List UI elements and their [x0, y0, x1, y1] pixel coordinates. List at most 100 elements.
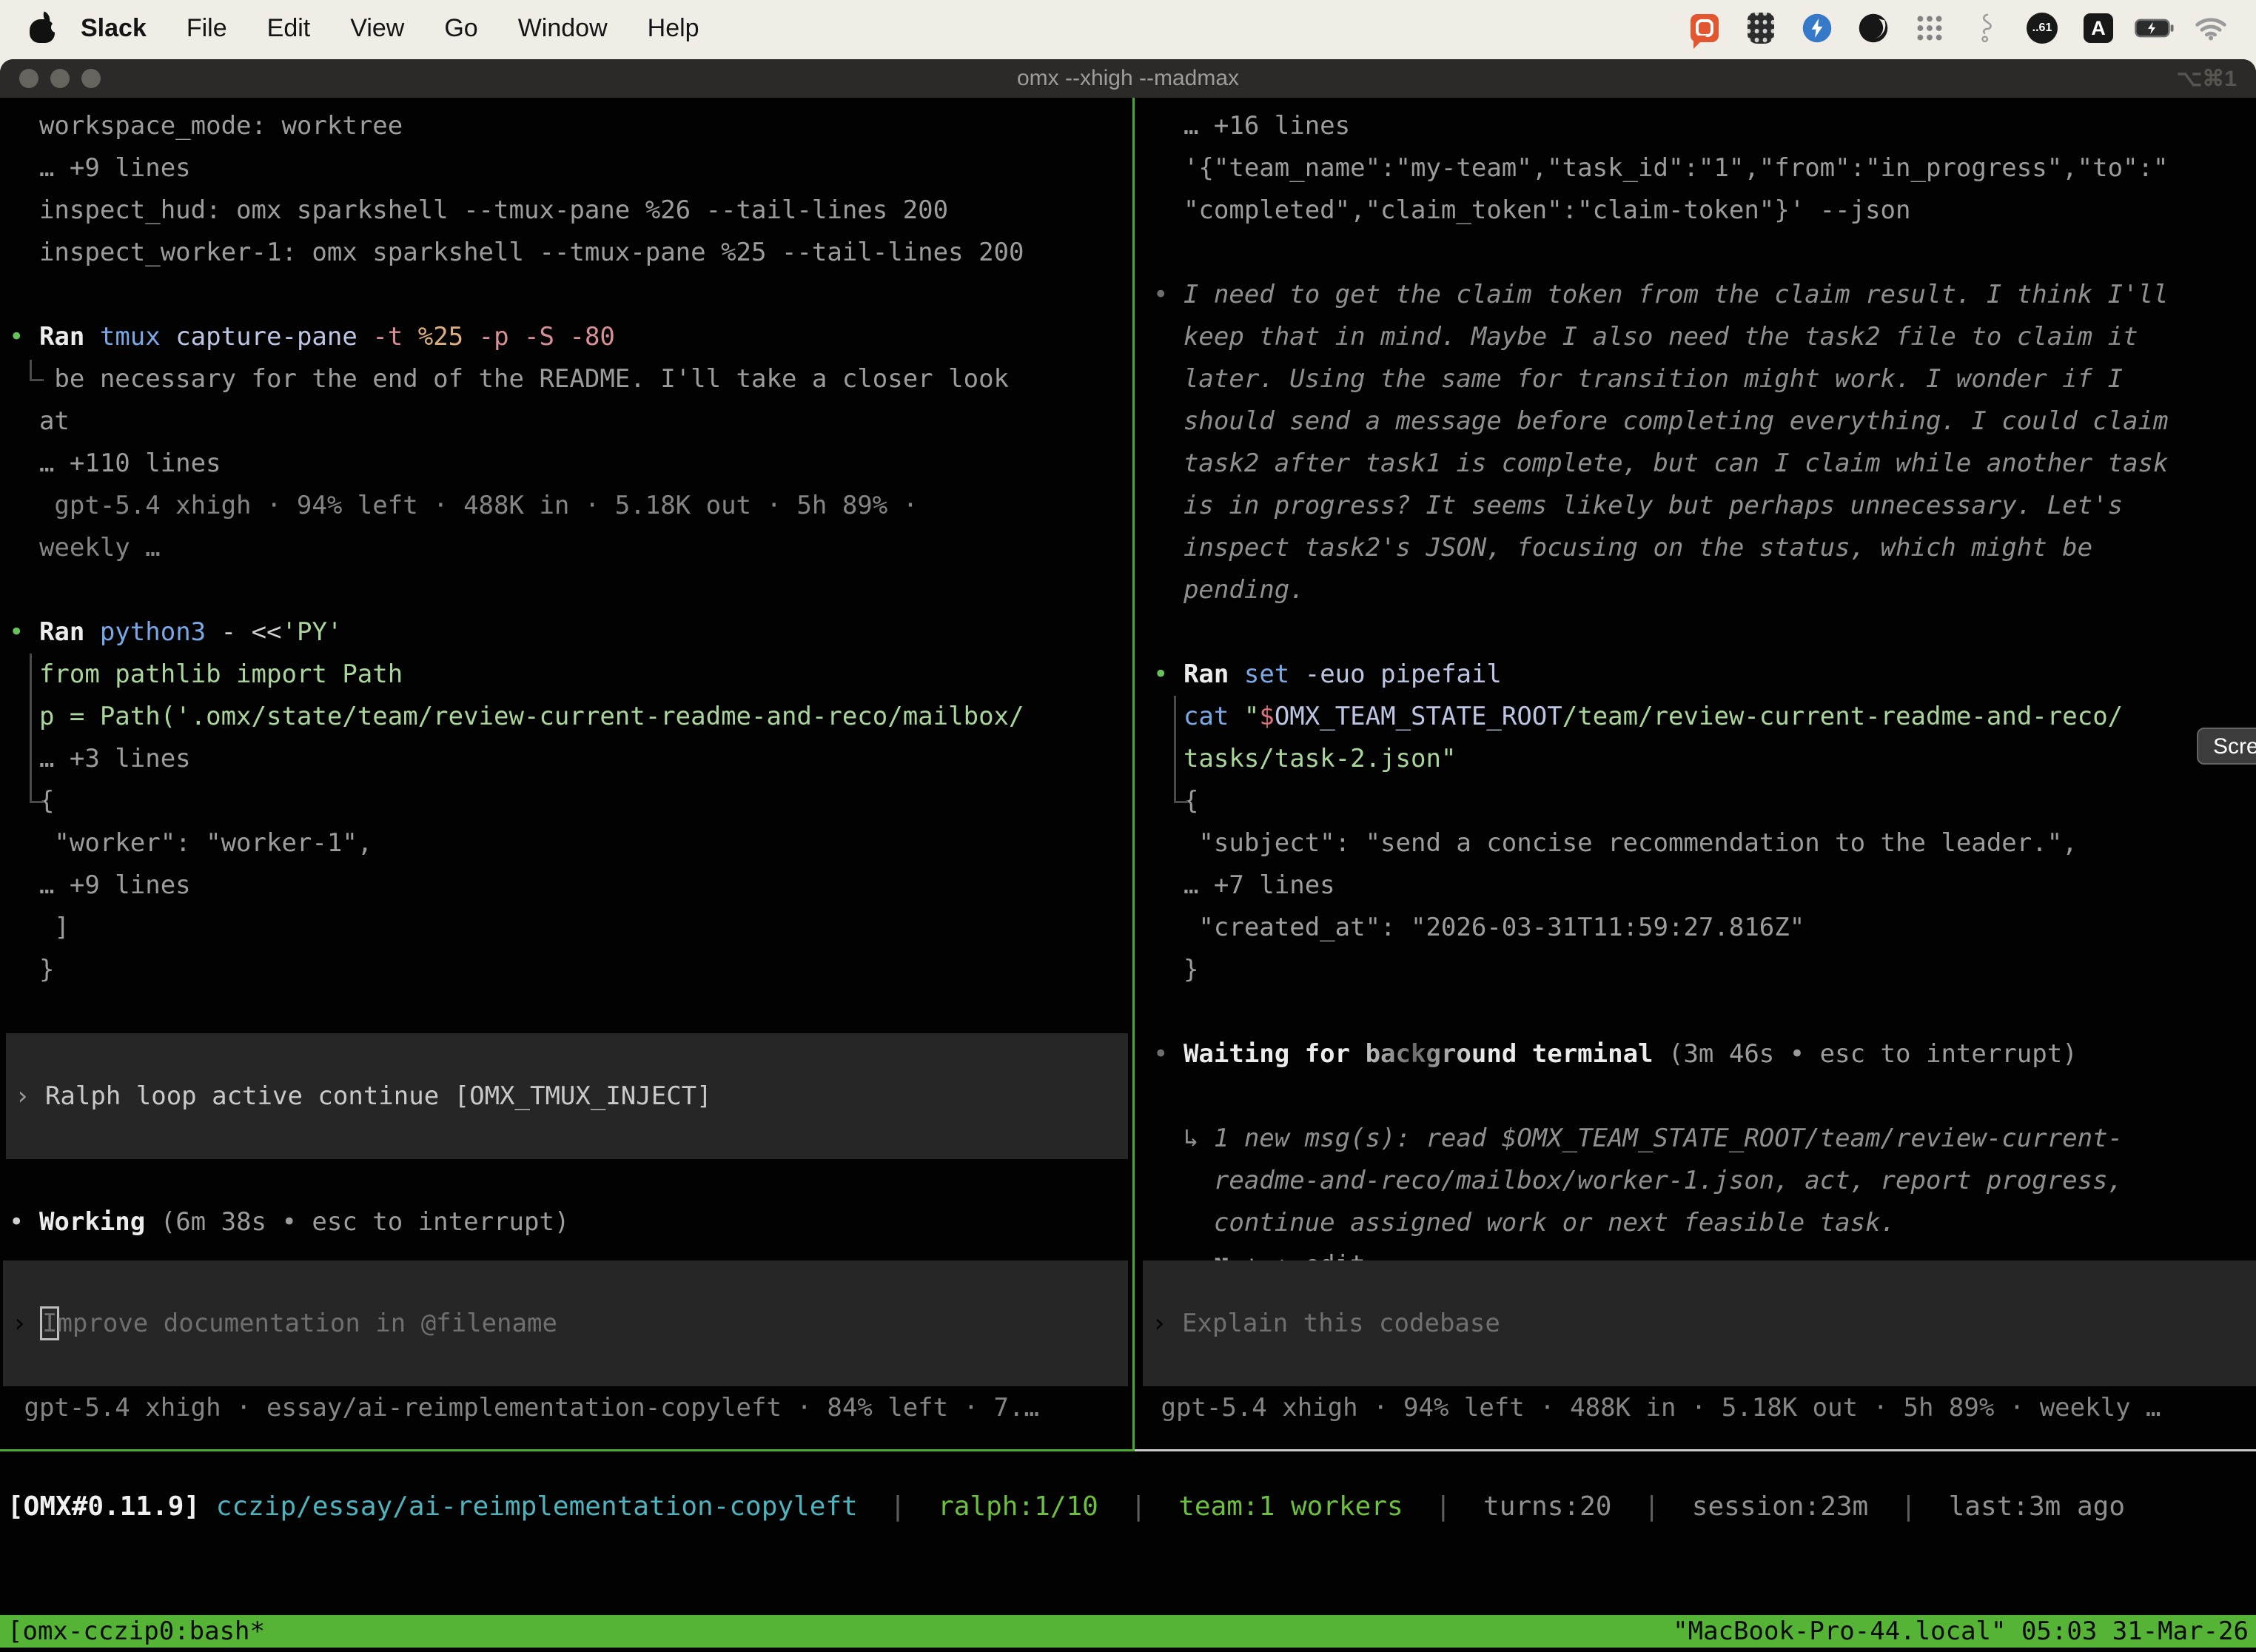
output-indent-guide	[30, 654, 44, 803]
terminal-window: omx --xhigh --madmax ⌥⌘1 workspace_mode:…	[0, 59, 2256, 1652]
crescent-app-icon[interactable]	[1853, 8, 1893, 48]
terminal-line: "created_at": "2026-03-31T11:59:27.816Z"	[1153, 907, 2256, 949]
terminal-line: … +7 lines	[1153, 864, 2256, 907]
terminal-line: later. Using the same for transition mig…	[1153, 358, 2256, 400]
pane-divider[interactable]	[1132, 98, 1135, 1451]
pending-command-text: Ralph loop active continue [OMX_TMUX_INJ…	[45, 1081, 712, 1111]
pane-hud: workspace_mode: worktree … +9 lines insp…	[0, 98, 1132, 1449]
omx-status-segment	[200, 1491, 216, 1522]
shield-grid-icon[interactable]	[1741, 8, 1781, 48]
terminal-line: {	[9, 780, 1132, 822]
menu-item-view[interactable]: View	[330, 14, 424, 42]
terminal-line: continue assigned work or next feasible …	[1153, 1202, 2256, 1244]
terminal-line: … +16 lines	[1153, 105, 2256, 147]
terminal-line: weekly …	[9, 527, 1132, 569]
omx-status-segment: |	[1403, 1491, 1483, 1522]
terminal-line	[1153, 611, 2256, 654]
blue-bolt-app-icon[interactable]	[1797, 8, 1837, 48]
battery-percent-badge-icon[interactable]: ..61	[2022, 8, 2062, 48]
menu-bar-status-icons: ..61 A	[1668, 8, 2256, 48]
menu-item-file[interactable]: File	[167, 14, 247, 42]
terminal-line: should send a message before completing …	[1153, 400, 2256, 443]
terminal-line: pending.	[1153, 569, 2256, 611]
terminal-line: keep that in mind. Maybe I also need the…	[1153, 316, 2256, 358]
active-pane-border	[0, 1449, 1135, 1451]
output-indent-guide	[1174, 696, 1188, 803]
terminal-line: "subject": "send a concise recommendatio…	[1153, 822, 2256, 864]
wifi-icon[interactable]	[2191, 8, 2231, 48]
text-cursor: I	[42, 1309, 57, 1338]
window-titlebar[interactable]: omx --xhigh --madmax ⌥⌘1	[0, 59, 2256, 98]
menu-item-edit[interactable]: Edit	[247, 14, 331, 42]
terminal-line: … +110 lines	[9, 443, 1132, 485]
terminal-line: }	[1153, 949, 2256, 991]
omx-status-segment: |	[1868, 1491, 1948, 1522]
terminal-line	[9, 1159, 1132, 1201]
terminal-line	[1153, 991, 2256, 1033]
terminal-line: readme-and-reco/mailbox/worker-1.json, a…	[1153, 1160, 2256, 1202]
model-status-line: gpt-5.4 xhigh · 94% left · 488K in · 5.1…	[1146, 1387, 2256, 1429]
tmux-session-window-label[interactable]: [omx-cczip0:bash*	[7, 1616, 265, 1646]
placeholder-text: Improve documentation in @filename	[42, 1309, 557, 1338]
omx-status-segment: |	[858, 1491, 938, 1522]
terminal-line: is in progress? It seems likely but perh…	[1153, 485, 2256, 527]
terminal-line: • Working (6m 38s • esc to interrupt)	[9, 1201, 1132, 1243]
omx-status-segment: turns:20	[1483, 1491, 1611, 1522]
battery-icon[interactable]	[2135, 8, 2175, 48]
terminal-line	[9, 569, 1132, 611]
terminal-line: ↳ 1 new msg(s): read $OMX_TEAM_STATE_ROO…	[1153, 1118, 2256, 1160]
omx-status-segment: cczip/essay/ai-reimplementation-copyleft	[216, 1491, 858, 1522]
hook-app-icon[interactable]	[1966, 8, 2006, 48]
prompt-input[interactable]: › Explain this codebase	[1143, 1260, 2256, 1386]
terminal-line	[9, 274, 1132, 316]
tooltip-label: Scre	[2213, 734, 2256, 759]
window-title: omx --xhigh --madmax	[0, 66, 2256, 91]
terminal-line: • Ran tmux capture-pane -t %25 -p -S -80	[9, 316, 1132, 358]
input-source-icon[interactable]: A	[2078, 8, 2118, 48]
terminal-line: cat "$OMX_TEAM_STATE_ROOT/team/review-cu…	[1153, 696, 2256, 738]
menu-item-help[interactable]: Help	[628, 14, 719, 42]
placeholder-text: Explain this codebase	[1182, 1309, 1500, 1338]
menu-item-slack[interactable]: Slack	[61, 14, 167, 42]
terminal-line: task2 after task1 is complete, but can I…	[1153, 443, 2256, 485]
omx-status-segment: |	[1098, 1491, 1178, 1522]
terminal-line: workspace_mode: worktree	[9, 105, 1132, 147]
terminal-line: … +9 lines	[9, 147, 1132, 189]
prompt-input[interactable]: › Ralph loop active continue [OMX_TMUX_I…	[6, 1033, 1128, 1159]
omx-status-segment: [OMX#0.11.9]	[7, 1491, 200, 1522]
terminal-line: "worker": "worker-1",	[9, 822, 1132, 864]
omx-status-segment: ralph:1/10	[938, 1491, 1098, 1522]
tmux-host-clock-label: "MacBook-Pro-44.local" 05:03 31-Mar-26	[1673, 1616, 2249, 1646]
terminal-content: workspace_mode: worktree … +9 lines insp…	[0, 98, 2256, 1652]
window-shortcut-badge: ⌥⌘1	[2177, 66, 2237, 92]
terminal-line: • Waiting for background terminal (3m 46…	[1153, 1033, 2256, 1075]
screen-share-tooltip: Scre	[2197, 728, 2256, 765]
terminal-line: gpt-5.4 xhigh · 94% left · 488K in · 5.1…	[9, 485, 1132, 527]
terminal-line: tasks/task-2.json"	[1153, 738, 2256, 780]
dots-grid-icon[interactable]	[1910, 8, 1950, 48]
omx-session-status-line: [OMX#0.11.9] cczip/essay/ai-reimplementa…	[7, 1485, 2125, 1528]
terminal-line: }	[9, 949, 1132, 991]
menu-item-go[interactable]: Go	[424, 14, 497, 42]
terminal-line: from pathlib import Path	[9, 654, 1132, 696]
omx-status-segment: last:3m ago	[1949, 1491, 2125, 1522]
terminal-line: … +3 lines	[9, 738, 1132, 780]
terminal-line: inspect task2's JSON, focusing on the st…	[1153, 527, 2256, 569]
terminal-line: at	[9, 400, 1132, 443]
terminal-line: "completed","claim_token":"claim-token"}…	[1153, 189, 2256, 232]
terminal-line: p = Path('.omx/state/team/review-current…	[9, 696, 1132, 738]
prompt-input[interactable]: › Improve documentation in @filename	[3, 1260, 1128, 1386]
apple-icon[interactable]	[30, 12, 56, 44]
desktop: SlackFileEditViewGoWindowHelp ..61 A omx …	[0, 0, 2256, 1652]
omx-status-segment: session:23m	[1692, 1491, 1868, 1522]
prompt-chevron: ›	[15, 1081, 45, 1111]
terminal-line: … +9 lines	[9, 864, 1132, 907]
menu-bar: SlackFileEditViewGoWindowHelp ..61 A	[0, 0, 2256, 56]
terminal-line	[9, 991, 1132, 1033]
terminal-line: • Ran python3 - <<'PY'	[9, 611, 1132, 654]
terminal-line	[1153, 1075, 2256, 1118]
menu-item-window[interactable]: Window	[498, 14, 628, 42]
tmux-status-bar: [omx-cczip0:bash* "MacBook-Pro-44.local"…	[0, 1615, 2256, 1648]
chat-badge-icon[interactable]	[1685, 8, 1725, 48]
pane-worker-1: … +16 lines '{"team_name":"my-team","tas…	[1137, 98, 2256, 1449]
